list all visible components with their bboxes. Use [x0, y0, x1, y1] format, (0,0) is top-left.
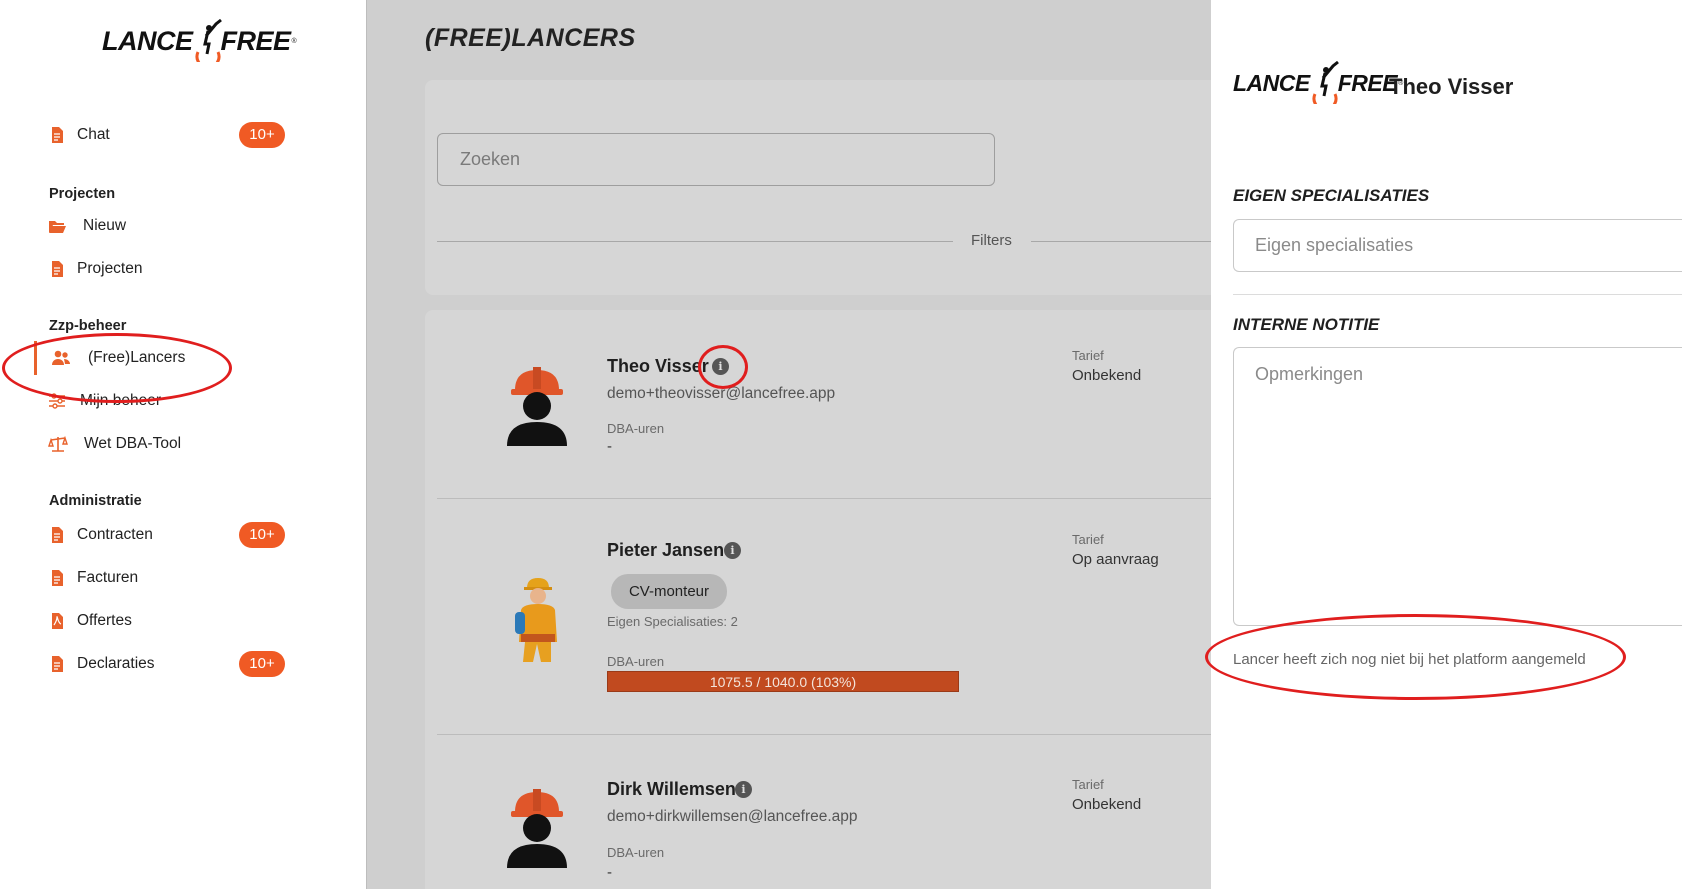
folder-open-icon — [49, 221, 66, 233]
sidebar-item-label: Offertes — [77, 612, 132, 629]
sidebar-item-mijn-beheer[interactable]: Mijn beheer — [0, 384, 366, 418]
contracten-count-badge: 10+ — [239, 522, 285, 548]
sidebar-item-label: Facturen — [77, 569, 139, 586]
lancefree-logo: LANCE FREE ® — [1233, 60, 1403, 104]
declaraties-count-badge: 10+ — [239, 651, 285, 677]
tarief-value: Onbekend — [1072, 367, 1142, 384]
eigen-specialisaties-heading: EIGEN SPECIALISATIES — [1233, 186, 1430, 205]
interne-notitie-heading: INTERNE NOTITIE — [1233, 315, 1380, 334]
search-input[interactable] — [438, 134, 994, 185]
tarief-label: Tarief — [1072, 348, 1104, 363]
dba-hours-label: DBA-uren — [607, 845, 665, 860]
worker-avatar-photo — [515, 578, 557, 662]
row-divider — [437, 734, 1227, 735]
sidebar-item-label: Wet DBA-Tool — [84, 435, 182, 452]
section-title-zzp-beheer: Zzp-beheer — [49, 318, 127, 334]
section-title-administratie: Administratie — [49, 493, 142, 509]
users-icon — [52, 350, 70, 365]
section-title-projecten: Projecten — [49, 186, 116, 202]
not-registered-notice: Lancer heeft zich nog niet bij het platf… — [1233, 651, 1586, 668]
tarief-label: Tarief — [1072, 777, 1104, 792]
sidebar-item-label: (Free)Lancers — [88, 349, 186, 366]
sidebar-item-label: Chat — [77, 126, 110, 143]
sidebar-item-label: Mijn beheer — [80, 392, 161, 409]
dba-hours-value: - — [607, 864, 612, 881]
logo-registered: ® — [291, 37, 297, 45]
sidebar: LANCE FREE ® Chat 10+ Projecten Nieuw Pr… — [0, 0, 366, 889]
document-icon — [52, 656, 63, 672]
tarief-value: Onbekend — [1072, 796, 1142, 813]
sidebar-item-offertes[interactable]: Offertes — [0, 604, 366, 638]
drawer-freelancer-name: Theo Visser — [1389, 74, 1514, 99]
worker-avatar-placeholder — [507, 789, 567, 868]
main-content: (FREE)LANCERS Filters Theo Visser i demo… — [366, 0, 1227, 889]
info-icon[interactable]: i — [735, 781, 752, 798]
active-indicator — [34, 341, 37, 375]
filters-toggle[interactable]: Filters — [971, 232, 1012, 249]
logo-figure-icon — [194, 18, 222, 62]
pdf-document-icon — [52, 613, 63, 629]
sidebar-item-declaraties[interactable]: Declaraties 10+ — [0, 647, 366, 681]
dba-hours-label: DBA-uren — [607, 654, 665, 669]
dba-hours-progress-bar: 1075.5 / 1040.0 (103%) — [607, 671, 959, 692]
search-field[interactable] — [437, 133, 995, 186]
document-icon — [52, 127, 63, 143]
scale-balance-icon — [48, 435, 68, 452]
freelancer-name[interactable]: Dirk Willemsen — [607, 779, 736, 800]
lancefree-logo[interactable]: LANCE FREE ® — [102, 18, 297, 62]
logo-text-left: LANCE — [1233, 69, 1310, 96]
document-icon — [52, 570, 63, 586]
sliders-icon — [49, 393, 65, 409]
filters-divider-left — [437, 241, 953, 242]
tarief-label: Tarief — [1072, 532, 1104, 547]
freelancer-email: demo+theovisser@lancefree.app — [607, 385, 836, 402]
logo-text-right: FREE — [220, 25, 292, 56]
worker-avatar-placeholder — [507, 367, 567, 446]
freelancer-email: demo+dirkwillemsen@lancefree.app — [607, 808, 858, 825]
info-icon[interactable]: i — [712, 358, 729, 375]
sidebar-item-label: Contracten — [77, 526, 153, 543]
freelancer-name[interactable]: Theo Visser — [607, 356, 709, 377]
freelancer-detail-drawer: LANCE FREE ® Theo Visser EIGEN SPECIALIS… — [1211, 0, 1682, 889]
sidebar-item-chat[interactable]: Chat 10+ — [0, 118, 366, 152]
sidebar-item-contracten[interactable]: Contracten 10+ — [0, 518, 366, 552]
chat-count-badge: 10+ — [239, 122, 285, 148]
sidebar-item-projecten[interactable]: Projecten — [0, 252, 366, 286]
document-icon — [52, 527, 63, 543]
row-divider — [437, 498, 1227, 499]
dba-hours-label: DBA-uren — [607, 421, 665, 436]
tarief-value: Op aanvraag — [1072, 551, 1159, 568]
logo-figure-icon — [1311, 60, 1339, 104]
logo-text-left: LANCE — [102, 25, 193, 56]
sidebar-item-wet-dba-tool[interactable]: Wet DBA-Tool — [0, 427, 366, 461]
document-icon — [52, 261, 63, 277]
drawer-divider — [1233, 294, 1682, 295]
page-title: (FREE)LANCERS — [425, 24, 636, 52]
opmerkingen-textarea[interactable]: Opmerkingen — [1233, 347, 1682, 626]
sidebar-item-label: Projecten — [77, 260, 143, 277]
sidebar-item-freelancers[interactable]: (Free)Lancers — [0, 341, 366, 375]
specialisations-count: Eigen Specialisaties: 2 — [607, 614, 738, 629]
specialisation-chip[interactable]: CV-monteur — [611, 574, 727, 609]
freelancer-name[interactable]: Pieter Jansen — [607, 540, 724, 561]
eigen-specialisaties-input[interactable]: Eigen specialisaties — [1233, 219, 1682, 272]
sidebar-item-label: Declaraties — [77, 655, 155, 672]
sidebar-item-facturen[interactable]: Facturen — [0, 561, 366, 595]
sidebar-item-label: Nieuw — [83, 217, 127, 234]
filter-card — [425, 80, 1225, 295]
sidebar-item-nieuw[interactable]: Nieuw — [0, 209, 366, 243]
dba-hours-value: - — [607, 438, 612, 455]
info-icon[interactable]: i — [724, 542, 741, 559]
filters-divider-right — [1031, 241, 1212, 242]
